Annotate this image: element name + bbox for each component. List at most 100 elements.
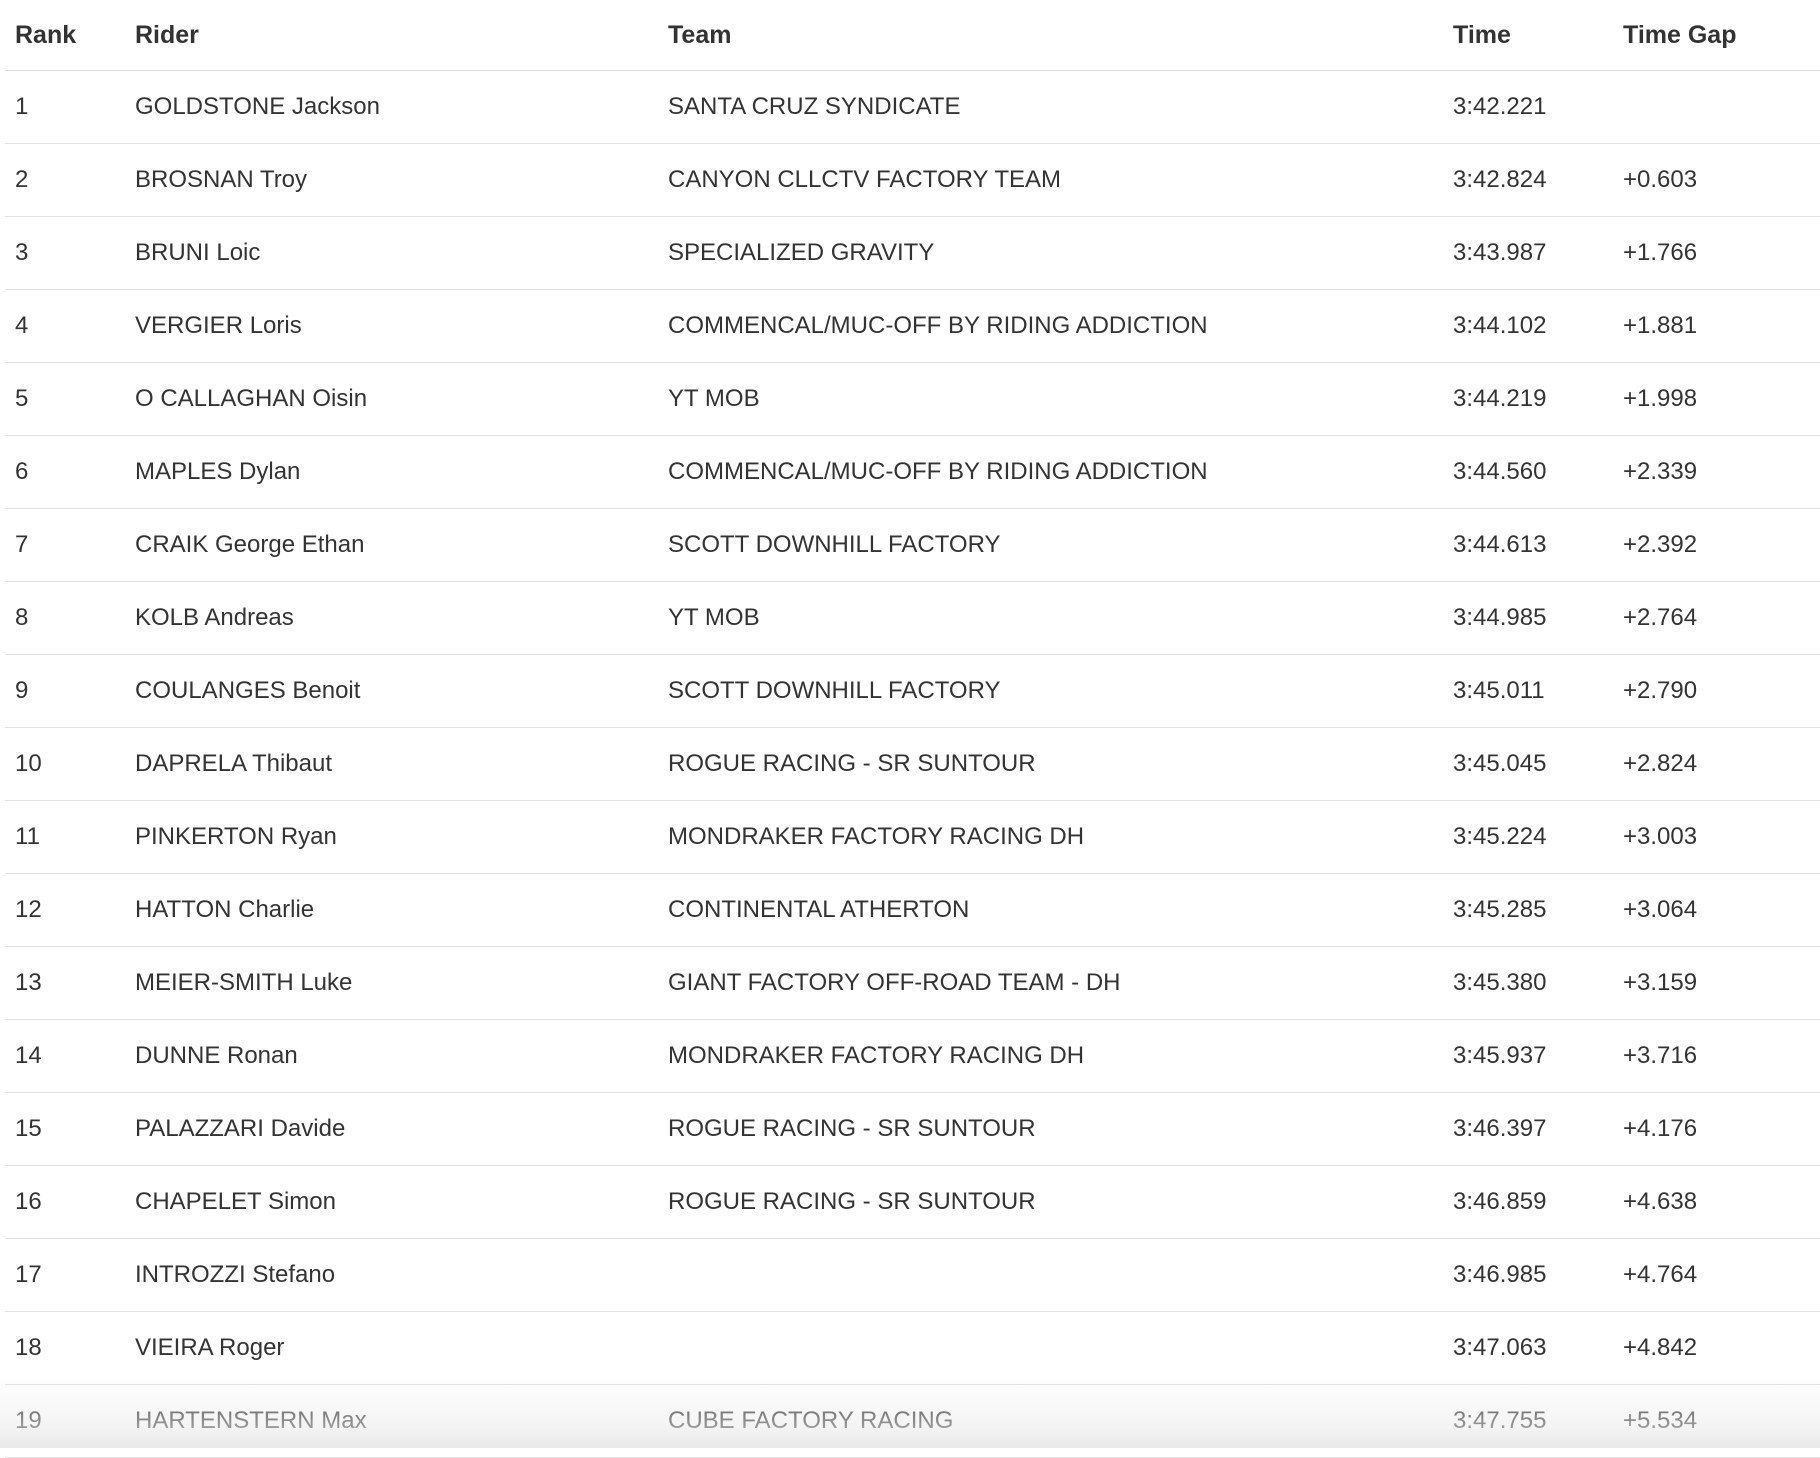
cell-team: [668, 1311, 1453, 1385]
cell-rank: 15: [5, 1092, 135, 1166]
cell-rank: 13: [5, 946, 135, 1020]
cell-time: 3:45.045: [1453, 727, 1623, 801]
cell-rank: 16: [5, 1165, 135, 1239]
cell-time-gap: +2.339: [1623, 435, 1820, 509]
cell-rank: 4: [5, 289, 135, 363]
cell-team: SANTA CRUZ SYNDICATE: [668, 70, 1453, 144]
cell-team: CANYON CLLCTV FACTORY TEAM: [668, 143, 1453, 217]
table-row: 11 PINKERTON Ryan MONDRAKER FACTORY RACING…: [5, 800, 1820, 874]
cell-rank: 8: [5, 581, 135, 655]
table-row: 6 MAPLES Dylan COMMENCAL/MUC-OFF BY RIDING…: [5, 435, 1820, 509]
cell-rider: KOLB Andreas: [135, 581, 668, 655]
results-table-body: 1 GOLDSTONE Jackson SANTA CRUZ SYNDICATE 3:…: [5, 70, 1820, 1458]
header-time[interactable]: Time: [1453, 0, 1623, 71]
table-row: 7 CRAIK George Ethan SCOTT DOWNHILL FACTOR…: [5, 508, 1820, 582]
cell-rank: 10: [5, 727, 135, 801]
table-row: 3 BRUNI Loic SPECIALIZED GRAVITY 3:43.987 +1…: [5, 216, 1820, 290]
cell-rank: 1: [5, 70, 135, 144]
cell-time-gap: +4.842: [1623, 1311, 1820, 1385]
cell-rider: COULANGES Benoit: [135, 654, 668, 728]
cell-time: 3:44.560: [1453, 435, 1623, 509]
cell-team: SPECIALIZED GRAVITY: [668, 216, 1453, 290]
cell-team: CONTINENTAL ATHERTON: [668, 873, 1453, 947]
cell-rider: CRAIK George Ethan: [135, 508, 668, 582]
cell-team: CUBE FACTORY RACING: [668, 1384, 1453, 1458]
cell-rider: HATTON Charlie: [135, 873, 668, 947]
cell-rank: 6: [5, 435, 135, 509]
cell-rider: HARTENSTERN Max: [135, 1384, 668, 1458]
header-row: Rank Rider Team Time Time Gap: [5, 0, 1820, 71]
cell-team: MONDRAKER FACTORY RACING DH: [668, 800, 1453, 874]
results-table-header: Rank Rider Team Time Time Gap: [5, 0, 1820, 71]
cell-time: 3:43.987: [1453, 216, 1623, 290]
cell-time: 3:44.985: [1453, 581, 1623, 655]
table-row: 16 CHAPELET Simon ROGUE RACING - SR SUNTOU…: [5, 1165, 1820, 1239]
cell-time: 3:45.011: [1453, 654, 1623, 728]
table-row: 10 DAPRELA Thibaut ROGUE RACING - SR SUNTO…: [5, 727, 1820, 801]
cell-time: 3:42.824: [1453, 143, 1623, 217]
cell-time: 3:46.397: [1453, 1092, 1623, 1166]
header-rank[interactable]: Rank: [5, 0, 135, 71]
cell-rank: 19: [5, 1384, 135, 1458]
table-row: 4 VERGIER Loris COMMENCAL/MUC-OFF BY RIDIN…: [5, 289, 1820, 363]
cell-time: 3:47.063: [1453, 1311, 1623, 1385]
cell-team: COMMENCAL/MUC-OFF BY RIDING ADDICTION: [668, 289, 1453, 363]
cell-time-gap: +2.392: [1623, 508, 1820, 582]
table-row: 8 KOLB Andreas YT MOB 3:44.985 +2.764: [5, 581, 1820, 655]
cell-team: [668, 1238, 1453, 1312]
cell-time: 3:46.859: [1453, 1165, 1623, 1239]
cell-rank: 18: [5, 1311, 135, 1385]
cell-time-gap: +3.003: [1623, 800, 1820, 874]
table-row: 14 DUNNE Ronan MONDRAKER FACTORY RACING DH…: [5, 1019, 1820, 1093]
cell-team: SCOTT DOWNHILL FACTORY: [668, 508, 1453, 582]
cell-time: 3:45.937: [1453, 1019, 1623, 1093]
cell-rider: MEIER-SMITH Luke: [135, 946, 668, 1020]
cell-rank: 14: [5, 1019, 135, 1093]
cell-team: ROGUE RACING - SR SUNTOUR: [668, 727, 1453, 801]
cell-rider: BRUNI Loic: [135, 216, 668, 290]
cell-rider: MAPLES Dylan: [135, 435, 668, 509]
cell-time: 3:44.102: [1453, 289, 1623, 363]
cell-rank: 3: [5, 216, 135, 290]
cell-time: 3:44.613: [1453, 508, 1623, 582]
table-row: 18 VIEIRA Roger 3:47.063 +4.842: [5, 1311, 1820, 1385]
cell-rider: CHAPELET Simon: [135, 1165, 668, 1239]
cell-rider: GOLDSTONE Jackson: [135, 70, 668, 144]
table-row: 15 PALAZZARI Davide ROGUE RACING - SR SUNT…: [5, 1092, 1820, 1166]
cell-time-gap: +3.716: [1623, 1019, 1820, 1093]
cell-time-gap: +1.766: [1623, 216, 1820, 290]
cell-team: COMMENCAL/MUC-OFF BY RIDING ADDICTION: [668, 435, 1453, 509]
cell-time-gap: +1.881: [1623, 289, 1820, 363]
header-rider[interactable]: Rider: [135, 0, 668, 71]
cell-rank: 2: [5, 143, 135, 217]
cell-rider: BROSNAN Troy: [135, 143, 668, 217]
cell-rider: VIEIRA Roger: [135, 1311, 668, 1385]
cell-rank: 5: [5, 362, 135, 436]
cell-team: YT MOB: [668, 362, 1453, 436]
cell-team: SCOTT DOWNHILL FACTORY: [668, 654, 1453, 728]
cell-time-gap: +2.790: [1623, 654, 1820, 728]
cell-time-gap: +2.764: [1623, 581, 1820, 655]
cell-time-gap: [1623, 70, 1820, 144]
cell-time-gap: +1.998: [1623, 362, 1820, 436]
cell-time: 3:47.755: [1453, 1384, 1623, 1458]
cell-team: ROGUE RACING - SR SUNTOUR: [668, 1165, 1453, 1239]
cell-time: 3:42.221: [1453, 70, 1623, 144]
cell-time-gap: +4.764: [1623, 1238, 1820, 1312]
cell-time-gap: +3.064: [1623, 873, 1820, 947]
cell-rider: VERGIER Loris: [135, 289, 668, 363]
cell-rider: PINKERTON Ryan: [135, 800, 668, 874]
cell-time: 3:45.380: [1453, 946, 1623, 1020]
cell-rank: 11: [5, 800, 135, 874]
cell-rider: PALAZZARI Davide: [135, 1092, 668, 1166]
cell-rider: DUNNE Ronan: [135, 1019, 668, 1093]
cell-rank: 17: [5, 1238, 135, 1312]
table-row: 5O CALLAGHAN Oisin YT MOB 3:44.219 +1.998: [5, 362, 1820, 436]
cell-time-gap: +4.638: [1623, 1165, 1820, 1239]
header-team[interactable]: Team: [668, 0, 1453, 71]
cell-rider: DAPRELA Thibaut: [135, 727, 668, 801]
cell-team: YT MOB: [668, 581, 1453, 655]
header-time-gap[interactable]: Time Gap: [1623, 0, 1820, 71]
cell-time-gap: +5.534: [1623, 1384, 1820, 1458]
cell-rank: 12: [5, 873, 135, 947]
